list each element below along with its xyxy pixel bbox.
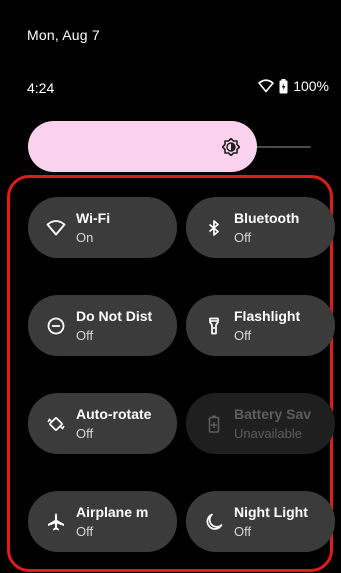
battery-icon — [279, 78, 288, 94]
airplane-icon — [46, 512, 66, 532]
status-time: 4:24 — [27, 80, 55, 96]
tile-airplane-mode[interactable]: Airplane m Off — [28, 491, 177, 552]
tile-auto-rotate[interactable]: Auto-rotate Off — [28, 393, 177, 454]
tile-label: Do Not Dist — [76, 308, 153, 324]
tile-wifi[interactable]: Wi-Fi On — [28, 197, 177, 258]
tile-label: Airplane m — [76, 504, 149, 520]
status-date: Mon, Aug 7 — [27, 27, 100, 43]
status-icons: 100% — [258, 78, 329, 94]
tile-status: Off — [234, 524, 252, 539]
tile-battery-saver[interactable]: Battery Sav Unavailable — [186, 393, 335, 454]
wifi-signal-icon — [258, 79, 274, 93]
flashlight-icon — [204, 316, 224, 336]
tile-label: Auto-rotate — [76, 406, 152, 422]
tile-night-light[interactable]: Night Light Off — [186, 491, 335, 552]
tile-label: Flashlight — [234, 308, 301, 324]
tile-label: Battery Sav — [234, 406, 312, 422]
brightness-track[interactable] — [255, 146, 311, 148]
auto-rotate-icon — [46, 414, 66, 434]
tile-status: Off — [234, 230, 252, 245]
tile-bluetooth[interactable]: Bluetooth Off — [186, 197, 335, 258]
tile-label: Night Light — [234, 504, 308, 520]
battery-percent: 100% — [293, 78, 329, 94]
tile-status: Off — [234, 328, 252, 343]
tile-do-not-disturb[interactable]: Do Not Dist Off — [28, 295, 177, 356]
brightness-icon — [221, 137, 241, 157]
night-light-icon — [204, 512, 224, 532]
tile-status: Off — [76, 426, 94, 441]
tile-status: Off — [76, 524, 94, 539]
tile-status: Off — [76, 328, 94, 343]
battery-saver-icon — [204, 414, 224, 434]
bluetooth-icon — [204, 218, 224, 238]
wifi-icon — [46, 218, 66, 238]
tile-status: On — [76, 230, 94, 245]
tile-status: Unavailable — [234, 426, 302, 441]
tile-label: Wi-Fi — [76, 210, 111, 226]
do-not-disturb-icon — [46, 316, 66, 336]
tile-label: Bluetooth — [234, 210, 300, 226]
tile-flashlight[interactable]: Flashlight Off — [186, 295, 335, 356]
